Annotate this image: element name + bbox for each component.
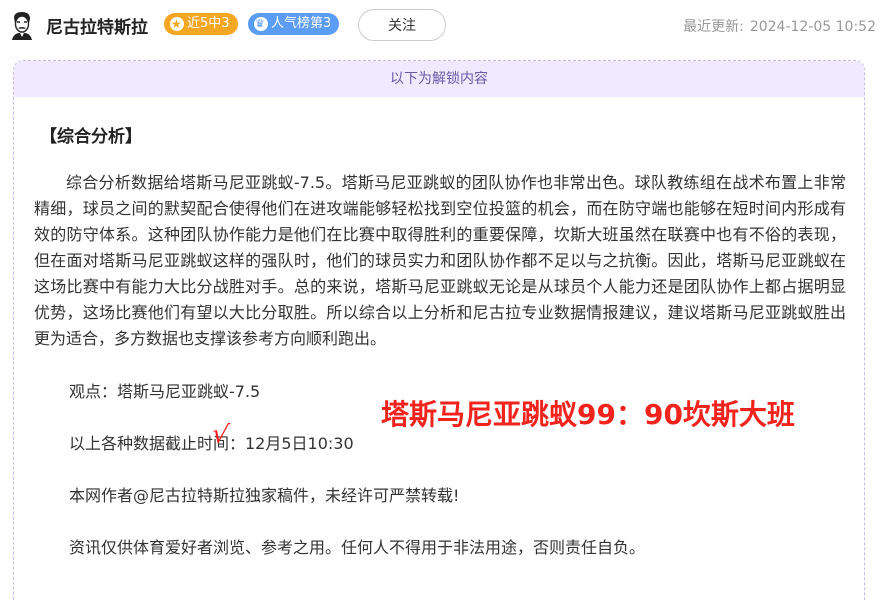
disclaimer-line: 资讯仅供体育爱好者浏览、参考之用。任何人不得用于非法用途，否则责任自负。 xyxy=(69,538,646,557)
author-header: 尼古拉特斯拉 近5中3 人气榜第3 关注 最近更新: 2024-12-05 10:… xyxy=(0,0,886,52)
last-updated: 最近更新: 2024-12-05 10:52 xyxy=(683,16,876,36)
section-title: 【综合分析】 xyxy=(40,127,142,147)
last-updated-label: 最近更新: xyxy=(683,19,744,35)
article-body: 【综合分析】 综合分析数据给塔斯马尼亚跳蚁-7.5。塔斯马尼亚跳蚁的团队协作也非… xyxy=(34,116,846,561)
star-icon xyxy=(170,13,184,35)
last-updated-time: 2024-12-05 10:52 xyxy=(749,19,876,35)
author-name[interactable]: 尼古拉特斯拉 xyxy=(46,13,148,38)
check-mark-icon: √ xyxy=(209,418,231,452)
streak-badge: 近5中3 xyxy=(164,13,238,35)
streak-badge-label: 近5中3 xyxy=(187,16,230,31)
follow-button[interactable]: 关注 xyxy=(358,9,446,41)
score-overlay: 塔斯马尼亚跳蚁99：90坎斯大班 xyxy=(381,398,795,431)
deadline-line: 以上各种数据截止时间：12月5日10:30 xyxy=(69,434,354,453)
unlock-banner: 以下为解锁内容 xyxy=(14,61,864,97)
analysis-paragraph: 综合分析数据给塔斯马尼亚跳蚁-7.5。塔斯马尼亚跳蚁的团队协作也非常出色。球队教… xyxy=(34,173,846,348)
copyright-line: 本网作者@尼古拉特斯拉独家稿件，未经许可严禁转载! xyxy=(69,486,460,505)
rank-badge: 人气榜第3 xyxy=(248,13,340,35)
tesla-portrait-icon[interactable] xyxy=(8,10,36,40)
crown-icon xyxy=(254,13,268,35)
rank-badge-label: 人气榜第3 xyxy=(271,16,332,31)
